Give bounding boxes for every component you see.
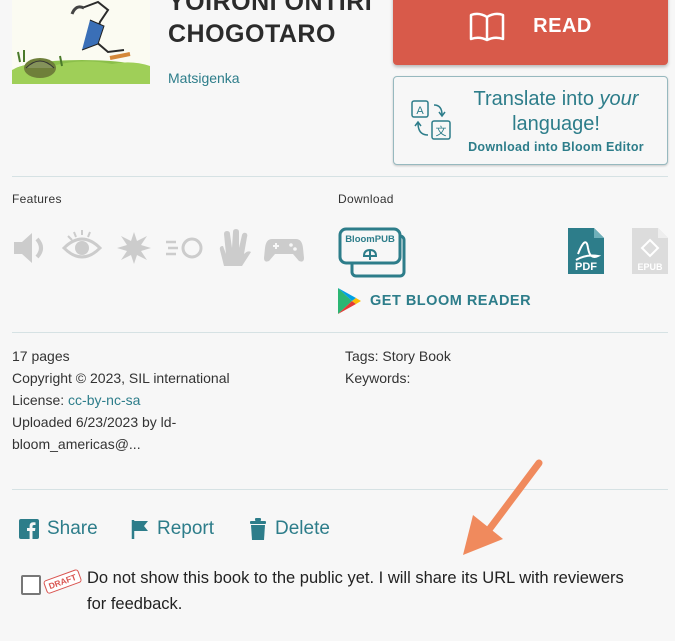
visually-impaired-icon <box>62 230 102 259</box>
read-button-label: READ <box>533 15 592 37</box>
svg-text:A: A <box>416 105 424 117</box>
license-prefix: License: <box>12 392 69 408</box>
uploaded-line2: bloom_americas@... <box>12 436 141 452</box>
uploaded-line1: Uploaded 6/23/2023 by ld- <box>12 414 177 430</box>
page-count: 17 pages <box>12 348 70 364</box>
get-bloom-reader-link[interactable]: GET BLOOM READER <box>336 286 531 316</box>
divider <box>12 489 668 490</box>
bloompub-icon: BloomPUB <box>338 227 406 278</box>
book-metadata: 17 pages Copyright © 2023, SIL internati… <box>12 345 312 455</box>
translate-button-label: Translate into your language! <box>456 87 656 137</box>
divider <box>12 176 668 177</box>
epub-icon: EPUB <box>632 228 668 274</box>
read-button[interactable]: READ <box>393 0 668 65</box>
activity-icon <box>117 232 151 264</box>
draft-stamp-label: DRAFT <box>42 568 83 595</box>
open-book-icon <box>469 12 505 41</box>
google-play-icon <box>338 288 361 314</box>
delete-label: Delete <box>275 518 330 539</box>
facebook-icon <box>19 519 39 539</box>
bloompub-download-button[interactable]: BloomPUB <box>338 226 408 278</box>
draft-description: Do not show this book to the public yet.… <box>87 569 624 613</box>
translate-button[interactable]: A 文 Translate into your language! Downlo… <box>393 76 668 165</box>
report-label: Report <box>157 518 215 539</box>
keywords: Keywords: <box>345 370 411 386</box>
share-label: Share <box>47 518 98 539</box>
sign-language-icon <box>219 229 251 266</box>
translate-text-emph: your <box>599 88 639 110</box>
translate-text-after: language! <box>512 113 600 135</box>
epub-label: EPUB <box>637 262 663 272</box>
copyright: Copyright © 2023, SIL international <box>12 370 230 386</box>
pdf-label: PDF <box>575 261 597 273</box>
quiz-icon <box>166 237 203 259</box>
book-title-line2: CHOGOTARO <box>168 20 336 48</box>
talking-book-icon <box>14 233 43 263</box>
draft-stamp-icon: DRAFT <box>40 560 88 602</box>
license-link[interactable]: cc-by-nc-sa <box>68 392 140 408</box>
book-language-link[interactable]: Matsigenka <box>168 70 240 86</box>
bloompub-label: BloomPUB <box>345 234 395 245</box>
report-button[interactable]: Report <box>131 518 214 540</box>
divider <box>12 332 668 333</box>
book-cover-image <box>12 0 150 84</box>
pdf-icon: PDF <box>568 228 604 274</box>
svg-text:文: 文 <box>436 124 447 138</box>
flag-icon <box>131 520 148 539</box>
download-label: Download <box>338 192 394 206</box>
book-title: YOIRONI ONTIRI CHOGOTARO <box>168 0 383 50</box>
draft-checkbox[interactable] <box>21 575 41 595</box>
features-label: Features <box>12 192 62 206</box>
translate-button-sublabel: Download into Bloom Editor <box>468 140 644 154</box>
license: License: cc-by-nc-sa <box>12 389 312 411</box>
pdf-download-button[interactable]: PDF <box>566 226 606 276</box>
book-title-line1: YOIRONI ONTIRI <box>168 0 373 16</box>
delete-button[interactable]: Delete <box>249 518 330 540</box>
share-button[interactable]: Share <box>19 518 98 540</box>
translate-text-before: Translate into <box>473 88 600 110</box>
game-icon <box>264 239 304 262</box>
annotation-arrow-icon <box>463 459 543 555</box>
epub-download-button: EPUB <box>630 226 670 276</box>
tags: Tags: Story Book <box>345 348 451 364</box>
trash-icon <box>250 518 266 540</box>
get-bloom-reader-label: GET BLOOM READER <box>370 293 532 309</box>
book-tags: Tags: Story Book Keywords: <box>345 345 645 389</box>
translate-icon: A 文 <box>411 100 451 140</box>
